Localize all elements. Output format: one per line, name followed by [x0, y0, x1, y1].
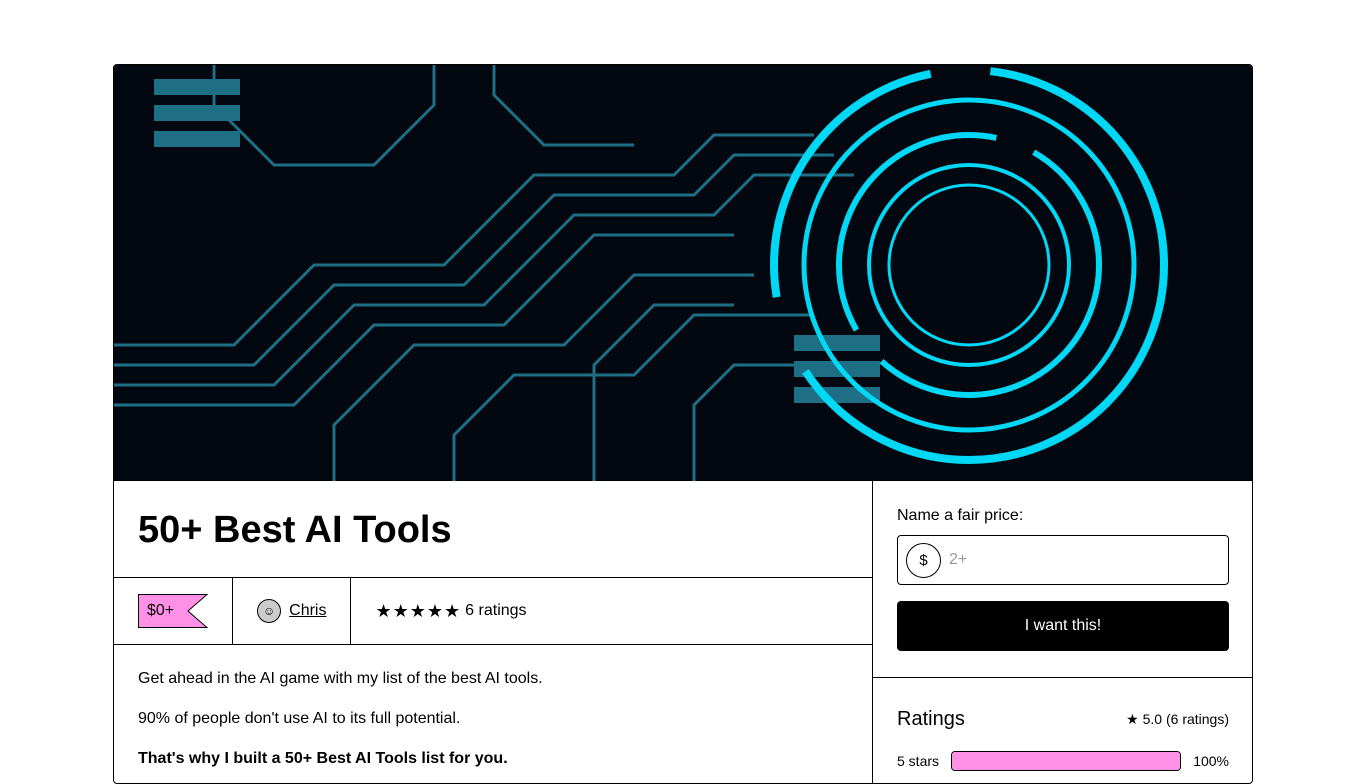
avatar: ☺: [257, 599, 282, 623]
rating-bar: [951, 751, 1182, 771]
star-rating-icon: ★★★★★: [375, 600, 462, 621]
product-description: Get ahead in the AI game with my list of…: [114, 645, 872, 783]
description-paragraph: Get ahead in the AI game with my list of…: [138, 670, 543, 687]
product-cover-image: [114, 65, 1252, 481]
rating-row-percent: 100%: [1193, 753, 1229, 769]
price-value: $0+: [138, 594, 183, 628]
rating-bar-fill: [952, 752, 1181, 770]
product-card: 50+ Best AI Tools $0+ ☺ Chris ★★★★★ 6 ra…: [113, 64, 1253, 784]
creator-section[interactable]: ☺ Chris: [233, 578, 352, 644]
purchase-panel: Name a fair price: $ I want this!: [873, 481, 1252, 678]
description-paragraph: 90% of people don't use AI to its full p…: [138, 710, 461, 727]
ratings-count: 6 ratings: [465, 602, 527, 619]
ratings-section: Ratings ★ 5.0 (6 ratings) 5 stars 100%: [873, 678, 1252, 783]
product-title: 50+ Best AI Tools: [114, 481, 872, 578]
price-section: $0+: [114, 578, 234, 644]
ratings-title: Ratings: [897, 708, 965, 730]
i-want-this-button[interactable]: I want this!: [897, 601, 1229, 651]
rating-summary: ★★★★★ 6 ratings: [351, 578, 550, 644]
price-label: Name a fair price:: [897, 507, 1024, 524]
price-input[interactable]: [949, 551, 1156, 569]
currency-icon: $: [906, 542, 941, 578]
star-icon: ★: [1126, 711, 1139, 727]
description-paragraph: That's why I built a 50+ Best AI Tools l…: [138, 750, 508, 767]
rating-row: 5 stars 100%: [897, 751, 1229, 771]
ratings-average: 5.0 (6 ratings): [1142, 711, 1229, 727]
rating-row-label: 5 stars: [897, 753, 940, 769]
price-input-wrapper[interactable]: $: [897, 535, 1229, 585]
creator-link[interactable]: Chris: [289, 602, 326, 620]
price-tag-tail-icon: [182, 594, 209, 628]
circuit-illustration: [114, 65, 1168, 481]
price-badge: $0+: [138, 594, 209, 628]
